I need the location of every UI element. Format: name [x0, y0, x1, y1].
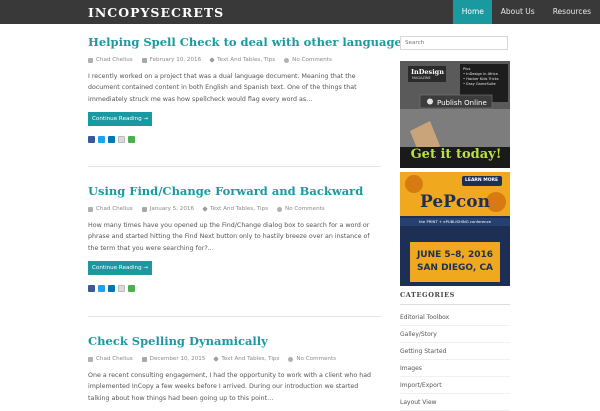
- categories-heading: CATEGORIES: [400, 291, 455, 299]
- category-link[interactable]: Layout View: [400, 394, 510, 411]
- share-bar: [88, 136, 381, 144]
- nav-about-us[interactable]: About Us: [492, 0, 544, 24]
- calendar-icon: [141, 57, 147, 63]
- ad-logo-sub: MAGAZINE: [412, 76, 431, 80]
- continue-reading-button[interactable]: Continue Reading →: [88, 261, 153, 276]
- folder-icon: [209, 57, 215, 63]
- ad-brand: PePcon: [420, 192, 490, 212]
- post-categories[interactable]: Text And Tables, Tips: [221, 356, 279, 362]
- post-excerpt: How many times have you opened up the Fi…: [88, 222, 370, 252]
- ad-bullets: Plus • InDesign in Africa • Hacker Kids …: [463, 67, 499, 86]
- share-icon[interactable]: [128, 285, 135, 293]
- category-link[interactable]: Galley/Story: [400, 326, 510, 343]
- ad-city: SAN DIEGO, CA: [416, 263, 494, 273]
- linkedin-icon[interactable]: [108, 285, 115, 293]
- publish-online-button: Publish Online: [437, 99, 487, 107]
- post-title[interactable]: Helping Spell Check to deal with other l…: [88, 35, 408, 49]
- comment-icon: [284, 57, 290, 63]
- post-divider: [88, 316, 381, 317]
- pepcon-ad[interactable]: LEARN MORE PePcon the PRINT + ePUBLISHIN…: [400, 172, 510, 286]
- email-icon[interactable]: [118, 285, 125, 293]
- post-1: Helping Spell Check to deal with other l…: [88, 35, 408, 144]
- categories-divider: [400, 304, 510, 305]
- calendar-icon: [141, 206, 147, 212]
- share-icon[interactable]: [128, 136, 135, 144]
- category-link[interactable]: Images: [400, 360, 510, 377]
- twitter-icon[interactable]: [98, 136, 105, 144]
- folder-icon: [213, 356, 220, 362]
- post-meta: Chad Chelius February 10, 2016 Text And …: [88, 56, 381, 64]
- nav-home[interactable]: Home: [452, 0, 492, 24]
- post-categories[interactable]: Text And Tables, Tips: [210, 206, 268, 212]
- user-icon: [88, 206, 93, 212]
- post-categories[interactable]: Text And Tables, Tips: [217, 57, 275, 63]
- email-icon[interactable]: [118, 136, 125, 144]
- twitter-icon[interactable]: [98, 285, 105, 293]
- post-comments[interactable]: No Comments: [292, 57, 332, 63]
- category-link[interactable]: Getting Started: [400, 343, 510, 360]
- post-comments[interactable]: No Comments: [285, 206, 325, 212]
- ad-subtitle: the PRINT + ePUBLISHING conference: [419, 219, 491, 224]
- facebook-icon[interactable]: [88, 285, 95, 293]
- linkedin-icon[interactable]: [108, 136, 115, 144]
- category-link[interactable]: Import/Export: [400, 377, 510, 394]
- post-3: Check Spelling Dynamically Chad Chelius …: [88, 334, 381, 404]
- post-excerpt: One a recent consulting engagement, I ha…: [88, 372, 372, 402]
- calendar-icon: [141, 356, 147, 362]
- search-input[interactable]: [400, 36, 508, 50]
- post-2: Using Find/Change Forward and Backward C…: [88, 184, 381, 293]
- nav-resources[interactable]: Resources: [544, 0, 600, 24]
- category-link[interactable]: Editorial Toolbox: [400, 309, 510, 326]
- post-date[interactable]: December 10, 2015: [150, 356, 206, 362]
- post-author[interactable]: Chad Chelius: [96, 356, 133, 362]
- user-icon: [88, 57, 93, 63]
- post-divider: [88, 166, 381, 167]
- ad-logo: InDesign: [411, 68, 444, 76]
- share-bar: [88, 285, 381, 293]
- post-date[interactable]: January 5, 2016: [150, 206, 194, 212]
- post-comments[interactable]: No Comments: [296, 356, 336, 362]
- post-meta: Chad Chelius December 10, 2015 Text And …: [88, 355, 381, 363]
- categories-list: Editorial Toolbox Galley/Story Getting S…: [400, 309, 510, 411]
- learn-more-button: LEARN MORE: [465, 178, 499, 183]
- post-author[interactable]: Chad Chelius: [96, 206, 133, 212]
- post-date[interactable]: February 10, 2016: [150, 57, 201, 63]
- ad-tagline: Get it today!: [410, 147, 502, 162]
- post-author[interactable]: Chad Chelius: [96, 57, 133, 63]
- comment-icon: [288, 356, 294, 362]
- ad-dates: JUNE 5–8, 2016: [416, 250, 494, 260]
- comment-icon: [277, 206, 283, 212]
- post-excerpt: I recently worked on a project that was …: [88, 73, 357, 103]
- user-icon: [88, 356, 93, 362]
- folder-icon: [202, 206, 208, 212]
- site-logo[interactable]: INCOPYSECRETS: [88, 5, 224, 20]
- main-nav: Home About Us Resources: [452, 0, 600, 24]
- post-meta: Chad Chelius January 5, 2016 Text And Ta…: [88, 205, 381, 213]
- post-title[interactable]: Using Find/Change Forward and Backward: [88, 184, 381, 198]
- site-header: INCOPYSECRETS Home About Us Resources: [0, 0, 600, 24]
- post-title[interactable]: Check Spelling Dynamically: [88, 334, 381, 348]
- continue-reading-button[interactable]: Continue Reading →: [88, 112, 153, 127]
- facebook-icon[interactable]: [88, 136, 95, 144]
- indesign-magazine-ad[interactable]: InDesign MAGAZINE Plus • InDesign in Afr…: [400, 61, 510, 168]
